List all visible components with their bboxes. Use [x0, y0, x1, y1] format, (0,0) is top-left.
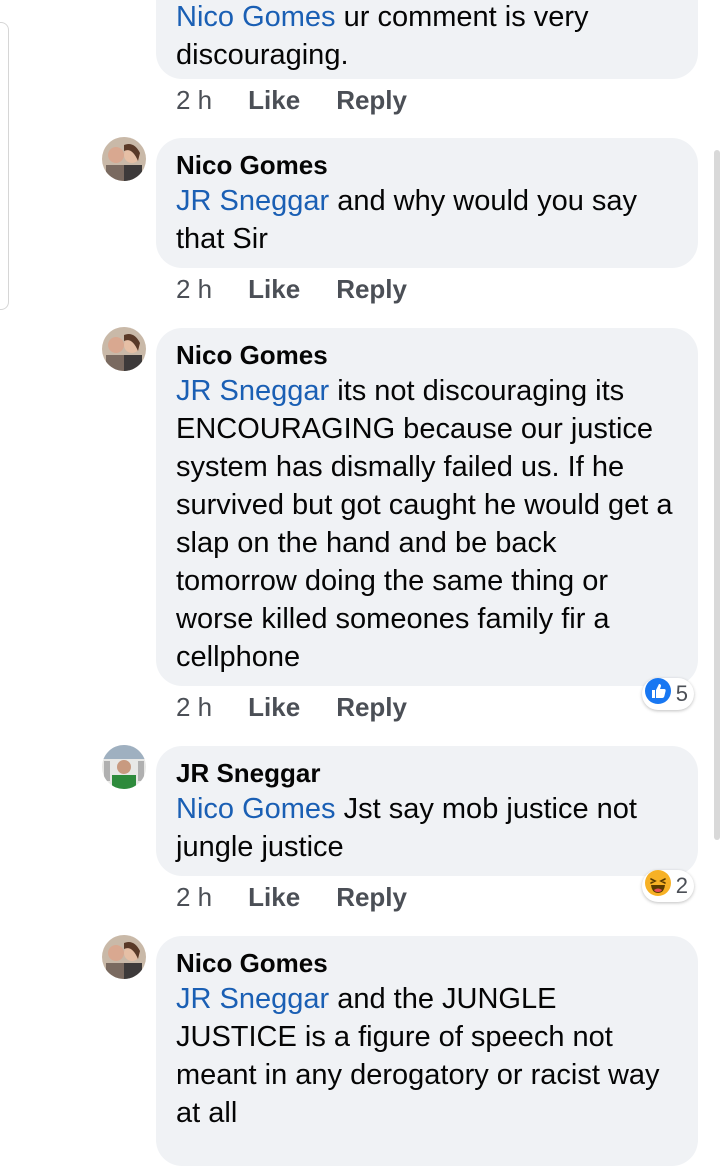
- comment-author[interactable]: JR Sneggar: [176, 756, 678, 790]
- comment-text: JR Sneggar its not discouraging its ENCO…: [176, 375, 673, 673]
- comment-bubble: Nico Gomes JR Sneggar and the JUNGLE JUS…: [156, 936, 698, 1166]
- comment-timestamp[interactable]: 2 h: [176, 882, 212, 913]
- mention-link[interactable]: JR Sneggar: [176, 185, 329, 217]
- comment-timestamp[interactable]: 2 h: [176, 274, 212, 305]
- scrollbar[interactable]: [714, 150, 720, 840]
- comment-bubble: Nico Gomes JR Sneggar its not discouragi…: [156, 328, 698, 686]
- like-button[interactable]: Like: [248, 85, 300, 116]
- comment-text: Nico Gomes Jst say mob justice not jungl…: [176, 793, 637, 863]
- haha-reaction-icon: [644, 869, 672, 903]
- comment-text: JR Sneggar and the JUNGLE JUSTICE is a f…: [176, 983, 660, 1129]
- avatar[interactable]: [102, 327, 146, 371]
- reaction-summary[interactable]: 5: [641, 677, 694, 711]
- mention-link[interactable]: JR Sneggar: [176, 375, 329, 407]
- reaction-count: 5: [675, 681, 688, 706]
- reply-button[interactable]: Reply: [336, 85, 407, 116]
- reaction-count: 2: [675, 873, 688, 898]
- reply-button[interactable]: Reply: [336, 882, 407, 913]
- reaction-summary[interactable]: 2: [641, 869, 694, 903]
- mention-link[interactable]: Nico Gomes: [176, 793, 336, 825]
- comment-author[interactable]: Nico Gomes: [176, 946, 678, 980]
- comment-author[interactable]: Nico Gomes: [176, 338, 678, 372]
- avatar[interactable]: [102, 137, 146, 181]
- comment-actions: 2 h Like Reply: [176, 690, 407, 724]
- comment-bubble: JR Sneggar Nico Gomes Jst say mob justic…: [156, 746, 698, 876]
- like-reaction-icon: [644, 677, 672, 711]
- like-button[interactable]: Like: [248, 692, 300, 723]
- comment-text: Nico Gomes ur comment is very discouragi…: [176, 1, 589, 71]
- comment-bubble: Nico Gomes ur comment is very discouragi…: [156, 0, 698, 79]
- thread-connector: [0, 22, 9, 310]
- comment-text: JR Sneggar and why would you say that Si…: [176, 185, 638, 255]
- avatar[interactable]: [102, 935, 146, 979]
- comment-actions: 2 h Like Reply: [176, 83, 407, 117]
- avatar[interactable]: [102, 745, 146, 789]
- comment-author[interactable]: Nico Gomes: [176, 148, 678, 182]
- comment-bubble: Nico Gomes JR Sneggar and why would you …: [156, 138, 698, 268]
- reply-button[interactable]: Reply: [336, 692, 407, 723]
- like-button[interactable]: Like: [248, 274, 300, 305]
- comment-actions: 2 h Like Reply: [176, 880, 407, 914]
- comment-timestamp[interactable]: 2 h: [176, 692, 212, 723]
- mention-link[interactable]: JR Sneggar: [176, 983, 329, 1015]
- like-button[interactable]: Like: [248, 882, 300, 913]
- reply-button[interactable]: Reply: [336, 274, 407, 305]
- comment-timestamp[interactable]: 2 h: [176, 85, 212, 116]
- mention-link[interactable]: Nico Gomes: [176, 1, 336, 33]
- comment-actions: 2 h Like Reply: [176, 272, 407, 306]
